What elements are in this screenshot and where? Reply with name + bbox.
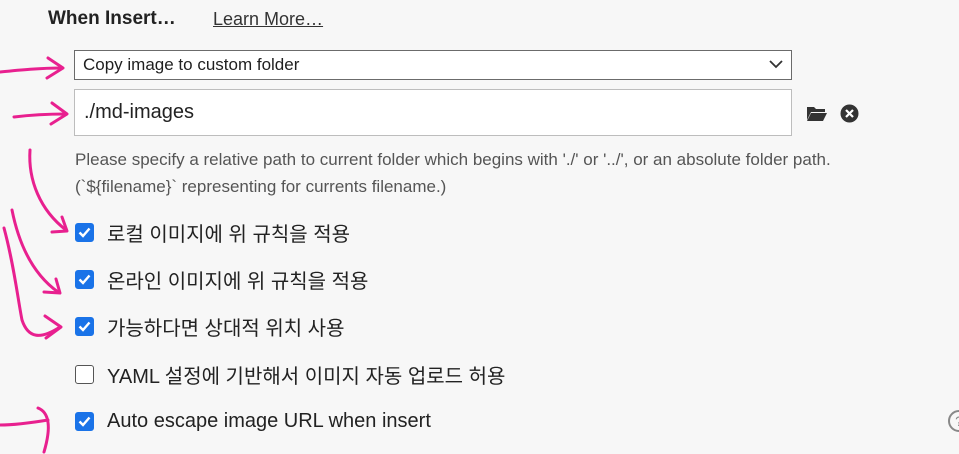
checkbox-checked[interactable] <box>75 269 94 289</box>
option-label: YAML 설정에 기반해서 이미지 자동 업로드 허용 <box>107 365 506 388</box>
checkbox-checked[interactable] <box>75 222 94 242</box>
checkbox-checked[interactable] <box>75 316 94 336</box>
option-apply-local-images[interactable]: 로컬 이미지에 위 규칙을 적용 <box>75 219 351 246</box>
path-hint-text: Please specify a relative path to curren… <box>75 150 831 196</box>
image-action-select[interactable]: Copy image to custom folder <box>74 50 792 80</box>
section-title: When Insert… <box>48 8 176 29</box>
checkbox-unchecked[interactable] <box>75 364 94 384</box>
option-label: 온라인 이미지에 위 규칙을 적용 <box>107 270 369 293</box>
option-label: Auto escape image URL when insert <box>107 409 431 432</box>
option-apply-online-images[interactable]: 온라인 이미지에 위 규칙을 적용 <box>75 266 369 293</box>
chevron-down-icon <box>769 60 783 69</box>
option-use-relative-path[interactable]: 가능하다면 상대적 위치 사용 <box>75 313 345 340</box>
option-auto-upload-yaml[interactable]: YAML 설정에 기반해서 이미지 자동 업로드 허용 <box>75 361 506 388</box>
checkbox-checked[interactable] <box>75 411 94 431</box>
close-circle-icon[interactable] <box>840 104 859 123</box>
option-label: 로컬 이미지에 위 규칙을 적용 <box>107 223 351 246</box>
help-icon[interactable]: ? <box>948 410 959 432</box>
folder-icon[interactable] <box>806 104 828 122</box>
image-action-select-value: Copy image to custom folder <box>83 55 300 74</box>
option-label: 가능하다면 상대적 위치 사용 <box>107 317 345 340</box>
image-folder-path-input[interactable] <box>74 89 792 136</box>
learn-more-link[interactable]: Learn More… <box>213 9 323 30</box>
option-auto-escape-url[interactable]: Auto escape image URL when insert <box>75 408 431 434</box>
